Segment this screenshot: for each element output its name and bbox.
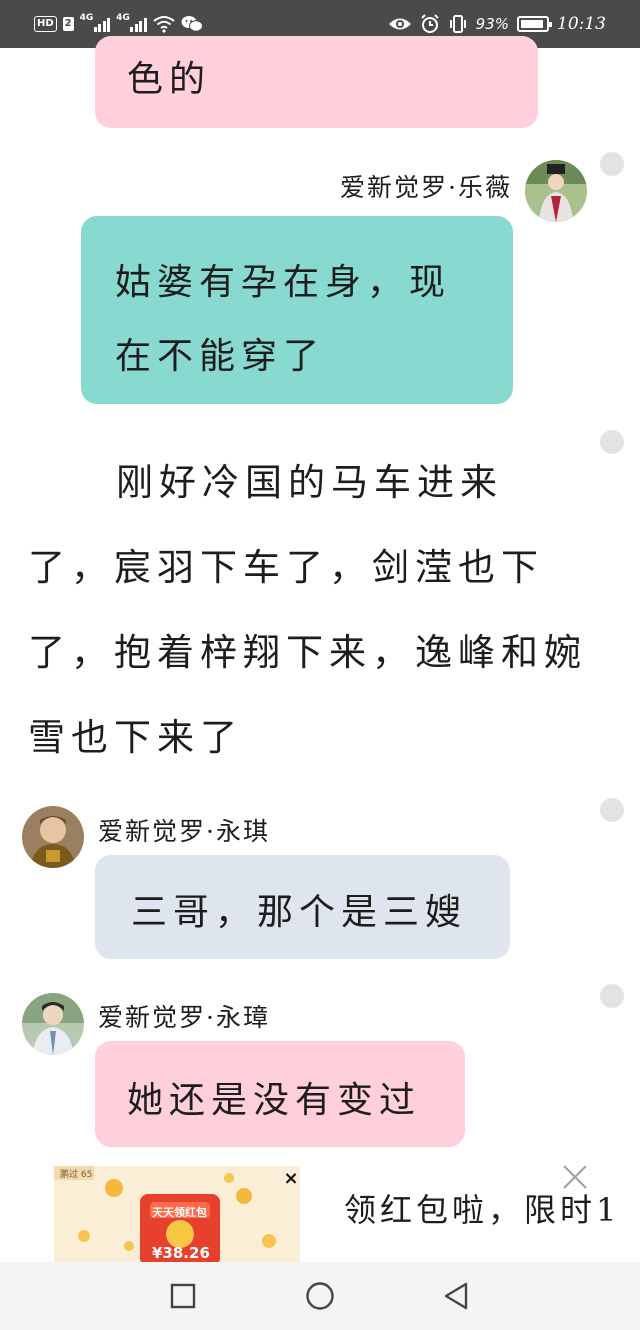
- sender-name: 爱新觉罗·永璋: [98, 1003, 270, 1032]
- message-text: 她还是没有变过: [127, 1080, 422, 1121]
- sim-indicator: 2: [62, 17, 74, 31]
- ad-banner-amount: ¥38.26: [152, 1244, 210, 1262]
- alarm-icon: [420, 14, 439, 33]
- ad-dismiss-icon[interactable]: [562, 1164, 588, 1190]
- avatar[interactable]: [22, 806, 84, 868]
- recents-button[interactable]: [167, 1280, 199, 1312]
- navigation-bar: [0, 1262, 640, 1330]
- message-text: 三哥，那个是三嫂: [131, 892, 468, 933]
- signal-strength-icon: 4G: [116, 13, 147, 32]
- status-right: 93% 10:13: [388, 12, 606, 36]
- network-type-label: 4G: [79, 13, 94, 23]
- message-dot: [600, 798, 624, 822]
- message-bubble[interactable]: 她还是没有变过: [95, 1041, 465, 1147]
- home-button[interactable]: [304, 1280, 336, 1312]
- ad-close-icon[interactable]: ×: [282, 1168, 300, 1190]
- message-dot: [600, 430, 624, 454]
- hd-indicator: HD: [34, 16, 57, 32]
- recents-icon: [170, 1283, 196, 1309]
- message-bubble[interactable]: 色的: [95, 36, 538, 128]
- eye-comfort-icon: [388, 18, 411, 30]
- back-icon: [444, 1282, 468, 1310]
- avatar[interactable]: [525, 160, 587, 222]
- message-dot: [600, 152, 624, 176]
- narration-text: 刚好冷国的马车进来了，宸羽下车了，剑滢也下了，抱着梓翔下来，逸峰和婉雪也下来了: [28, 461, 587, 759]
- message-bubble[interactable]: 三哥，那个是三嫂: [95, 855, 510, 959]
- battery-icon: [517, 16, 552, 32]
- wifi-icon: [153, 16, 175, 33]
- message-dot: [600, 984, 624, 1008]
- clock: 10:13: [557, 14, 606, 34]
- status-left: HD 2 4G 4G: [34, 13, 203, 35]
- home-icon: [306, 1282, 334, 1310]
- message-text: 色的: [127, 59, 212, 100]
- message-text: 姑婆有孕在身，现在不能穿了: [115, 262, 452, 377]
- sender-name: 爱新觉罗·永琪: [98, 817, 270, 846]
- avatar-image: [22, 806, 84, 868]
- ad-banner[interactable]: 鹏过 65 天天领红包 ¥38.26: [54, 1166, 300, 1266]
- avatar[interactable]: [22, 993, 84, 1055]
- avatar-image: [525, 160, 587, 222]
- back-button[interactable]: [440, 1280, 472, 1312]
- battery-percent: 93%: [475, 15, 509, 33]
- wechat-icon: [181, 16, 203, 32]
- ad-badge: 鹏过 65: [60, 1170, 93, 1180]
- ad-banner-title: 天天领红包: [152, 1206, 207, 1219]
- message-bubble[interactable]: 姑婆有孕在身，现在不能穿了: [81, 216, 513, 404]
- ad-headline[interactable]: 领红包啦，限时1: [344, 1185, 614, 1231]
- sender-name: 爱新觉罗·乐薇: [340, 173, 512, 202]
- vibrate-icon: [449, 15, 466, 33]
- signal-strength-icon: 4G: [79, 13, 111, 32]
- network-type-label: 4G: [116, 13, 130, 23]
- avatar-image: [22, 993, 84, 1055]
